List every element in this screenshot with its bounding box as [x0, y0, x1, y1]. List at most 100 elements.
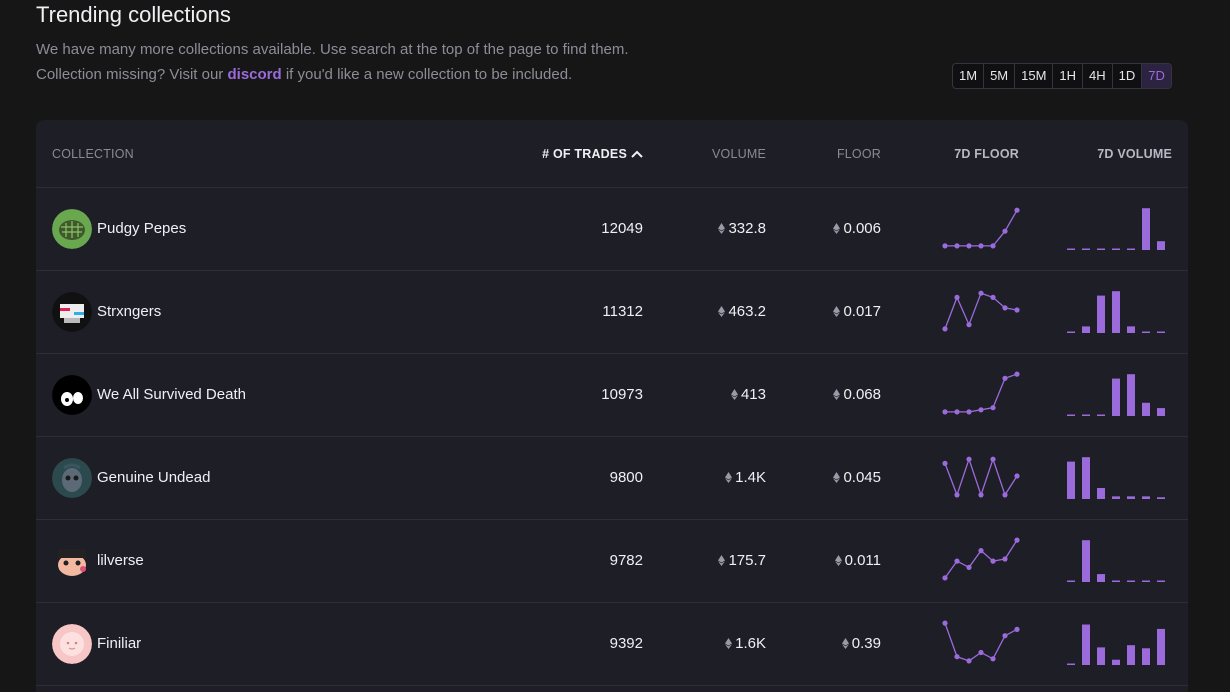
trades-count: 9800 — [609, 469, 643, 486]
volume-bars — [1067, 291, 1165, 333]
eth-icon — [718, 555, 726, 566]
volume-bar — [1142, 648, 1150, 665]
floor-value: 0.39 — [841, 635, 881, 652]
floor-sparkline — [942, 620, 1020, 664]
volume-value: 332.8 — [718, 220, 766, 237]
floor-point — [942, 409, 948, 415]
strxngers-avatar — [52, 292, 92, 332]
volume-value: 175.7 — [718, 552, 766, 569]
table-row[interactable]: lilverse 9782 175.7 0.011 — [36, 520, 1188, 603]
subtitle-line2: Collection missing? Visit our discord if… — [36, 66, 573, 83]
floor-point — [978, 548, 984, 554]
floor-value: 0.045 — [833, 469, 881, 486]
collection-name[interactable]: We All Survived Death — [97, 386, 246, 403]
trades-count: 9392 — [609, 635, 643, 652]
collection-name[interactable]: lilverse — [97, 552, 144, 569]
col-header-floor[interactable]: FLOOR — [837, 147, 881, 161]
timeframe-15m[interactable]: 15M — [1015, 64, 1054, 88]
table-row[interactable]: Strxngers 11312 463.2 0.017 — [36, 271, 1188, 354]
volume-bar — [1082, 414, 1090, 416]
collection-name[interactable]: Strxngers — [97, 303, 161, 320]
volume-bar — [1067, 248, 1075, 250]
floor-point — [1014, 207, 1020, 213]
eth-icon — [833, 472, 841, 483]
volume-bar — [1097, 574, 1105, 582]
floor-point — [954, 492, 960, 498]
floor-point — [1014, 307, 1020, 313]
timeframe-4h[interactable]: 4H — [1083, 64, 1113, 88]
floor-point — [1014, 473, 1020, 479]
eth-icon — [834, 555, 842, 566]
floor-point — [978, 649, 984, 656]
floor-point — [966, 322, 972, 328]
volume-bars — [1067, 374, 1165, 416]
volume-bar — [1142, 208, 1150, 250]
table-row[interactable]: We All Survived Death 10973 413 0.068 — [36, 354, 1188, 437]
volume-bar — [1112, 659, 1120, 665]
volume-bar — [1127, 645, 1135, 665]
floor-point — [1014, 371, 1020, 377]
pudgy-pepes-avatar — [52, 209, 92, 249]
floor-sparkline — [942, 207, 1020, 249]
volume-bar — [1127, 580, 1135, 582]
trades-count: 9782 — [609, 552, 643, 569]
volume-bar — [1112, 496, 1120, 499]
volume-value: 1.6K — [725, 635, 766, 652]
volume-bar — [1067, 461, 1075, 499]
volume-bar — [1142, 331, 1150, 333]
volume-bar — [1067, 414, 1075, 416]
eth-icon — [718, 306, 726, 317]
timeframe-7d[interactable]: 7D — [1142, 64, 1171, 88]
floor-sparkline — [942, 290, 1020, 332]
discord-link[interactable]: discord — [227, 66, 281, 83]
col-header-7d-floor[interactable]: 7D FLOOR — [954, 147, 1019, 161]
col-header-7d-volume[interactable]: 7D VOLUME — [1097, 147, 1172, 161]
timeframe-1h[interactable]: 1H — [1053, 64, 1084, 88]
floor-point — [978, 290, 984, 296]
eth-icon — [833, 306, 841, 317]
volume-bar — [1112, 580, 1120, 582]
floor-point — [966, 658, 972, 664]
eth-icon — [730, 389, 738, 400]
floor-point — [954, 294, 960, 300]
table-header: COLLECTION # OF TRADES VOLUME FLOOR 7D F… — [36, 120, 1188, 188]
collection-name[interactable]: Finiliar — [97, 635, 141, 652]
volume-bar — [1112, 248, 1120, 250]
trades-count: 11312 — [602, 303, 643, 320]
floor-value: 0.006 — [833, 220, 881, 237]
timeframe-selector: 1M 5M 15M 1H 4H 1D 7D — [952, 63, 1172, 89]
floor-point — [990, 558, 996, 564]
col-header-collection[interactable]: COLLECTION — [52, 147, 134, 161]
volume-bars — [1067, 208, 1165, 250]
floor-value: 0.017 — [833, 303, 881, 320]
floor-point — [1014, 626, 1020, 632]
subtitle-line1: We have many more collections available.… — [36, 41, 629, 58]
volume-bar — [1157, 408, 1165, 416]
volume-bar — [1082, 326, 1090, 333]
col-header-trades[interactable]: # OF TRADES — [542, 147, 643, 161]
volume-bar — [1082, 457, 1090, 499]
floor-point — [954, 243, 960, 249]
volume-bar — [1097, 488, 1105, 499]
table-row[interactable]: Pudgy Pepes 12049 332.8 0.006 — [36, 188, 1188, 271]
collection-name[interactable]: Pudgy Pepes — [97, 220, 186, 237]
timeframe-5m[interactable]: 5M — [984, 64, 1016, 88]
volume-bar — [1127, 374, 1135, 416]
volume-bar — [1097, 295, 1105, 333]
timeframe-1d[interactable]: 1D — [1113, 64, 1143, 88]
table-row[interactable]: Finiliar 9392 1.6K 0.39 — [36, 603, 1188, 686]
finiliar-avatar — [52, 624, 92, 664]
floor-point — [990, 656, 996, 662]
volume-bar — [1082, 248, 1090, 250]
trades-count: 10973 — [601, 386, 643, 403]
timeframe-1m[interactable]: 1M — [953, 64, 985, 88]
floor-point — [942, 620, 948, 626]
volume-bar — [1112, 378, 1120, 416]
genuine-undead-avatar — [52, 458, 92, 498]
col-header-volume[interactable]: VOLUME — [712, 147, 766, 161]
eth-icon — [725, 638, 733, 649]
floor-point — [1002, 375, 1008, 381]
collection-name[interactable]: Genuine Undead — [97, 469, 210, 486]
table-row[interactable]: Genuine Undead 9800 1.4K 0.045 — [36, 437, 1188, 520]
volume-bar — [1127, 326, 1135, 333]
